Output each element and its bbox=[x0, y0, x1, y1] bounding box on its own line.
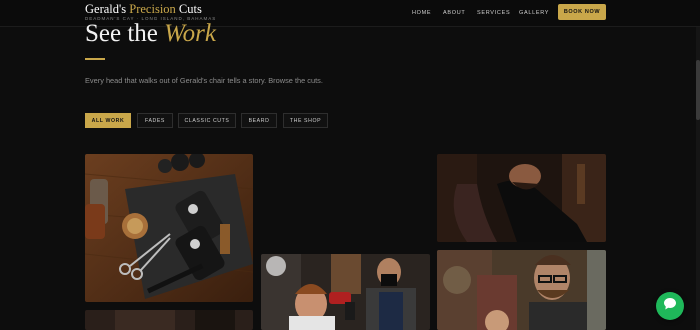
brand-name-part1: Gerald's bbox=[85, 2, 130, 16]
chat-button[interactable] bbox=[656, 292, 684, 320]
filter-all-work[interactable]: ALL WORK bbox=[85, 113, 131, 128]
gallery-image-haircut[interactable] bbox=[261, 254, 430, 330]
page-scrollbar-thumb[interactable] bbox=[696, 60, 700, 120]
heading-underline bbox=[85, 58, 105, 60]
filter-fades[interactable]: FADES bbox=[137, 113, 173, 128]
filter-the-shop[interactable]: THE SHOP bbox=[283, 113, 328, 128]
gallery-image-beard-trim[interactable] bbox=[437, 154, 606, 242]
heading-prefix: See the bbox=[85, 20, 165, 47]
section-heading: See the Work bbox=[85, 20, 216, 48]
nav-home[interactable]: HOME bbox=[412, 10, 431, 16]
brand-logo[interactable]: Gerald's Precision Cuts bbox=[85, 2, 202, 17]
heading-accent: Work bbox=[164, 20, 216, 47]
filter-classic-cuts[interactable]: CLASSIC CUTS bbox=[178, 113, 236, 128]
section-intro: Every head that walks out of Gerald's ch… bbox=[85, 76, 323, 85]
gallery-image-barber-glasses[interactable] bbox=[437, 250, 606, 330]
brand-name-part2: Cuts bbox=[175, 2, 202, 16]
filter-beard[interactable]: BEARD bbox=[241, 113, 277, 128]
gallery-image-bottom[interactable] bbox=[85, 310, 253, 330]
gallery-image-tools[interactable] bbox=[85, 154, 253, 302]
book-now-button[interactable]: BOOK NOW bbox=[558, 4, 606, 20]
nav-about[interactable]: ABOUT bbox=[443, 10, 465, 16]
nav-gallery[interactable]: GALLERY bbox=[519, 10, 549, 16]
brand-name-accent: Precision bbox=[129, 2, 176, 16]
nav-services[interactable]: SERVICES bbox=[477, 10, 510, 16]
chat-bubble-icon bbox=[663, 297, 677, 316]
